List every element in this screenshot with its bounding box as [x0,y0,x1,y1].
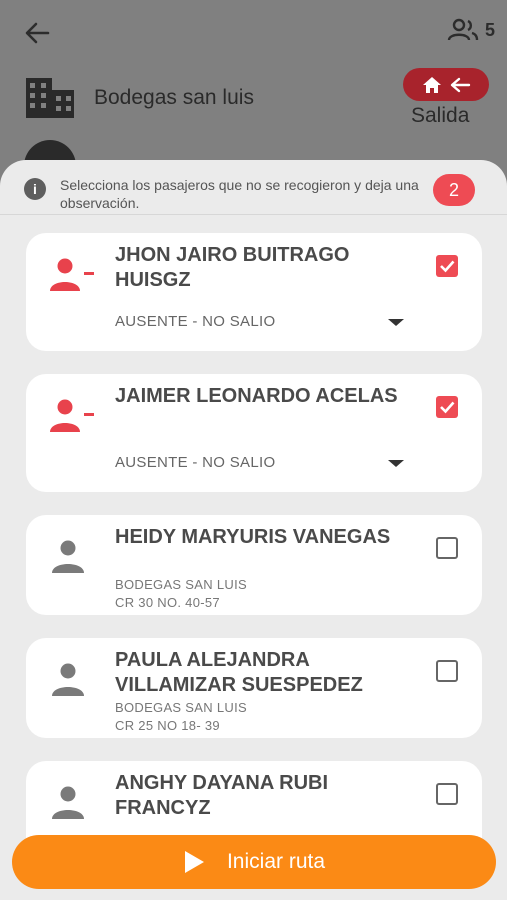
building-icon [26,78,74,118]
passenger-card[interactable]: PAULA ALEJANDRA VILLAMIZAR SUESPEDEZ BOD… [26,638,482,738]
person-remove-icon [50,258,94,291]
passenger-name: HEIDY MARYURIS VANEGAS [115,526,391,548]
selection-notice: i Selecciona los pasajeros que no se rec… [24,176,424,212]
passenger-name: JHON JAIRO BUITRAGO HUISGZ [115,244,350,291]
passenger-name: PAULA ALEJANDRA VILLAMIZAR SUESPEDEZ [115,649,363,696]
arrow-left-icon [450,77,471,92]
observation-dropdown[interactable]: AUSENTE - NO SALIO [115,454,275,471]
passenger-name: ANGHY DAYANA RUBI FRANCYZ [115,772,329,819]
passenger-address: BODEGAS SAN LUIS CR 30 NO. 40-57 [115,576,247,612]
person-remove-icon [50,399,94,432]
trip-type-label: Salida [411,104,470,127]
passenger-checkbox[interactable] [436,537,458,559]
route-title: Bodegas san luis [94,86,254,109]
play-icon [184,851,204,873]
passenger-checkbox[interactable] [436,660,458,682]
caret-down-icon[interactable] [388,460,404,467]
observation-dropdown[interactable]: AUSENTE - NO SALIO [115,313,275,330]
pickup-place: BODEGAS SAN LUIS [115,577,247,592]
passenger-checkbox[interactable] [436,783,458,805]
passenger-name: JAIMER LEONARDO ACELAS [115,385,398,407]
passenger-count-value: 5 [484,19,495,40]
pickup-address: CR 30 NO. 40-57 [115,595,220,610]
passenger-count[interactable]: 5 [447,18,495,42]
person-icon [52,786,84,819]
start-route-label: Iniciar ruta [226,850,326,873]
caret-down-icon[interactable] [388,319,404,326]
passenger-card[interactable]: HEIDY MARYURIS VANEGAS BODEGAS SAN LUIS … [26,515,482,615]
start-route-button[interactable]: Iniciar ruta [12,835,496,889]
pickup-place: BODEGAS SAN LUIS [115,700,247,715]
trip-type-badge [403,68,489,101]
check-icon [440,260,455,273]
info-icon: i [24,178,46,200]
home-icon [423,76,441,93]
person-icon [52,540,84,573]
notice-text: Selecciona los pasajeros que no se recog… [60,177,419,211]
passenger-checkbox[interactable] [436,396,458,418]
passenger-card[interactable]: JHON JAIRO BUITRAGO HUISGZ AUSENTE - NO … [26,233,482,351]
check-icon [440,401,455,414]
person-icon [52,663,84,696]
passenger-selection-sheet: i Selecciona los pasajeros que no se rec… [0,160,507,900]
divider [0,214,507,215]
back-arrow-icon[interactable] [22,18,52,48]
passenger-address: BODEGAS SAN LUIS CR 25 NO 18- 39 [115,699,247,735]
passenger-card[interactable]: JAIMER LEONARDO ACELAS AUSENTE - NO SALI… [26,374,482,492]
passenger-checkbox[interactable] [436,255,458,277]
people-icon [447,18,479,41]
pickup-address: CR 25 NO 18- 39 [115,718,220,733]
selected-count-badge: 2 [433,174,475,206]
